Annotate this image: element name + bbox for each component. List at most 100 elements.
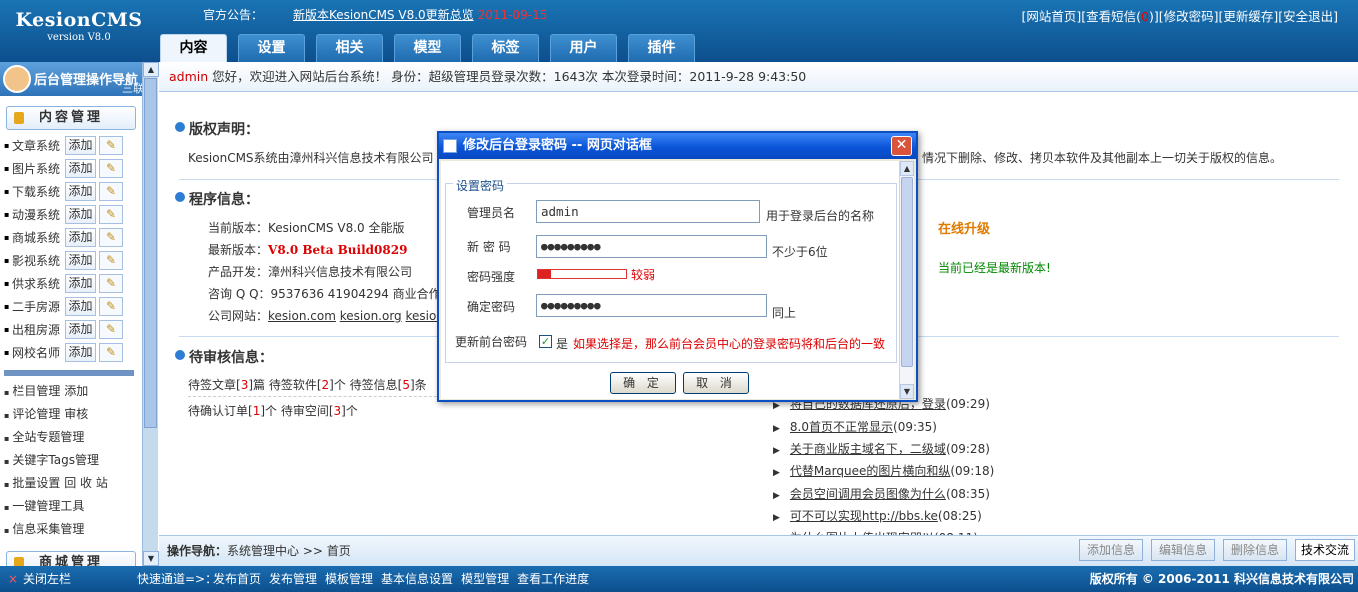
- logout-link[interactable]: [安全退出]: [1278, 9, 1338, 24]
- bullet-icon: ▪: [4, 457, 10, 466]
- update-cache-link[interactable]: [更新缓存]: [1218, 9, 1278, 24]
- bullet-icon: [175, 122, 185, 132]
- section-shop-management[interactable]: 商城管理: [6, 551, 136, 566]
- dialog-title-bar[interactable]: 修改后台登录密码 -- 网页对话框 ✕: [439, 133, 916, 159]
- site-home-link[interactable]: [网站首页]: [1021, 9, 1081, 24]
- edit-pencil-icon[interactable]: ✎: [99, 297, 123, 316]
- add-button[interactable]: 添加: [65, 136, 96, 155]
- quick-link[interactable]: 发布管理: [269, 572, 317, 586]
- system-name[interactable]: 动漫系统: [12, 206, 65, 223]
- dialog-scrollbar[interactable]: ▲ ▼: [899, 161, 914, 399]
- scroll-thumb[interactable]: [144, 78, 157, 428]
- delete-info-button[interactable]: 删除信息: [1223, 539, 1287, 561]
- tab-settings[interactable]: 设置: [238, 34, 305, 62]
- confirm-password-input[interactable]: ●●●●●●●●●: [536, 294, 767, 317]
- sidebar-link[interactable]: ▪ 关键字Tags管理: [0, 449, 142, 472]
- system-name[interactable]: 文章系统: [12, 137, 65, 154]
- section-content-management[interactable]: 内容管理: [6, 106, 136, 130]
- tab-model[interactable]: 模型: [394, 34, 461, 62]
- edit-pencil-icon[interactable]: ✎: [99, 136, 123, 155]
- message-count[interactable]: 0: [1141, 9, 1149, 24]
- add-info-button[interactable]: 添加信息: [1079, 539, 1143, 561]
- tab-users[interactable]: 用户: [550, 34, 617, 62]
- scroll-down-icon[interactable]: ▼: [900, 384, 914, 399]
- add-button[interactable]: 添加: [65, 343, 96, 362]
- audit-line-1[interactable]: 待签文章[3]篇 待签软件[2]个 待签信息[5]条: [188, 376, 427, 393]
- scroll-thumb[interactable]: [901, 177, 913, 367]
- system-name[interactable]: 下载系统: [12, 183, 65, 200]
- tab-content[interactable]: 内容: [160, 34, 227, 62]
- edit-pencil-icon[interactable]: ✎: [99, 251, 123, 270]
- top-links: [网站首页][查看短信(0)][修改密码][更新缓存][安全退出]: [1021, 6, 1338, 25]
- arrow-icon: ▶: [773, 445, 780, 456]
- new-password-input[interactable]: ●●●●●●●●●: [536, 235, 767, 258]
- online-upgrade-link[interactable]: 在线升级: [938, 218, 990, 237]
- system-name[interactable]: 商城系统: [12, 229, 65, 246]
- sync-front-password-checkbox[interactable]: ✓: [539, 335, 552, 348]
- quick-link[interactable]: 模型管理: [461, 572, 509, 586]
- quick-link[interactable]: 基本信息设置: [381, 572, 453, 586]
- system-name[interactable]: 供求系统: [12, 275, 65, 292]
- close-icon[interactable]: ×: [8, 566, 18, 592]
- add-button[interactable]: 添加: [65, 251, 96, 270]
- edit-pencil-icon[interactable]: ✎: [99, 159, 123, 178]
- add-button[interactable]: 添加: [65, 182, 96, 201]
- collapse-bar[interactable]: [4, 370, 134, 376]
- add-button[interactable]: 添加: [65, 228, 96, 247]
- tab-plugins[interactable]: 插件: [628, 34, 695, 62]
- edit-pencil-icon[interactable]: ✎: [99, 182, 123, 201]
- scroll-up-icon[interactable]: ▲: [143, 62, 159, 77]
- sidebar-link[interactable]: ▪ 全站专题管理: [0, 426, 142, 449]
- messages-link[interactable]: [查看短信(: [1081, 9, 1141, 24]
- edit-pencil-icon[interactable]: ✎: [99, 228, 123, 247]
- sidebar-scrollbar[interactable]: ▲ ▼: [142, 62, 159, 566]
- audit-line-2[interactable]: 待确认订单[1]个 待审空间[3]个: [188, 402, 358, 419]
- tech-exchange-button[interactable]: 技术交流: [1295, 539, 1355, 561]
- announcement-link[interactable]: 新版本KesionCMS V8.0更新总览: [293, 8, 474, 22]
- website-link-1[interactable]: kesion.com: [268, 309, 336, 323]
- add-button[interactable]: 添加: [65, 159, 96, 178]
- arrow-icon: ▶: [773, 401, 780, 412]
- scroll-up-icon[interactable]: ▲: [900, 161, 914, 176]
- system-name[interactable]: 出租房源: [12, 321, 65, 338]
- sidebar-link[interactable]: ▪ 评论管理 审核: [0, 403, 142, 426]
- website-link-2[interactable]: kesion.org: [340, 309, 402, 323]
- edit-info-button[interactable]: 编辑信息: [1151, 539, 1215, 561]
- system-name[interactable]: 影视系统: [12, 252, 65, 269]
- news-item[interactable]: ▶ 会员空间调用会员图像为什么(08:35): [773, 485, 990, 502]
- news-item[interactable]: ▶ 8.0首页不正常显示(09:35): [773, 418, 937, 435]
- sidebar-link[interactable]: ▪ 批量设置 回 收 站: [0, 472, 142, 495]
- tab-tags[interactable]: 标签: [472, 34, 539, 62]
- system-name[interactable]: 网校名师: [12, 344, 65, 361]
- edit-pencil-icon[interactable]: ✎: [99, 205, 123, 224]
- quick-link[interactable]: 查看工作进度: [517, 572, 589, 586]
- system-name[interactable]: 二手房源: [12, 298, 65, 315]
- quick-links-label: 快速通道=>：: [137, 572, 218, 586]
- cancel-button[interactable]: 取 消: [683, 372, 749, 394]
- edit-pencil-icon[interactable]: ✎: [99, 343, 123, 362]
- news-item[interactable]: ▶ 关于商业版主域名下，二级域(09:28): [773, 440, 990, 457]
- edit-pencil-icon[interactable]: ✎: [99, 274, 123, 293]
- change-password-link[interactable]: [修改密码]: [1159, 9, 1219, 24]
- news-item[interactable]: ▶ 代替Marquee的图片横向和纵(09:18): [773, 462, 994, 479]
- latest-status: 当前已经是最新版本!: [938, 261, 1051, 275]
- sidebar-link[interactable]: ▪ 栏目管理 添加: [0, 380, 142, 403]
- ok-button[interactable]: 确 定: [610, 372, 676, 394]
- scroll-down-icon[interactable]: ▼: [143, 551, 159, 566]
- sidebar-link[interactable]: ▪ 信息采集管理: [0, 518, 142, 541]
- tab-related[interactable]: 相关: [316, 34, 383, 62]
- quick-link[interactable]: 模板管理: [325, 572, 373, 586]
- close-icon[interactable]: ✕: [891, 136, 912, 156]
- messages-link-end[interactable]: )]: [1149, 9, 1159, 24]
- admin-name-input[interactable]: admin: [536, 200, 760, 223]
- add-button[interactable]: 添加: [65, 274, 96, 293]
- quick-link[interactable]: 发布首页: [213, 572, 261, 586]
- news-item[interactable]: ▶ 可不可以实现http://bbs.ke(08:25): [773, 507, 982, 524]
- add-button[interactable]: 添加: [65, 205, 96, 224]
- system-name[interactable]: 图片系统: [12, 160, 65, 177]
- sidebar-link[interactable]: ▪ 一键管理工具: [0, 495, 142, 518]
- edit-pencil-icon[interactable]: ✎: [99, 320, 123, 339]
- add-button[interactable]: 添加: [65, 320, 96, 339]
- add-button[interactable]: 添加: [65, 297, 96, 316]
- close-left-panel-link[interactable]: 关闭左栏: [23, 566, 71, 592]
